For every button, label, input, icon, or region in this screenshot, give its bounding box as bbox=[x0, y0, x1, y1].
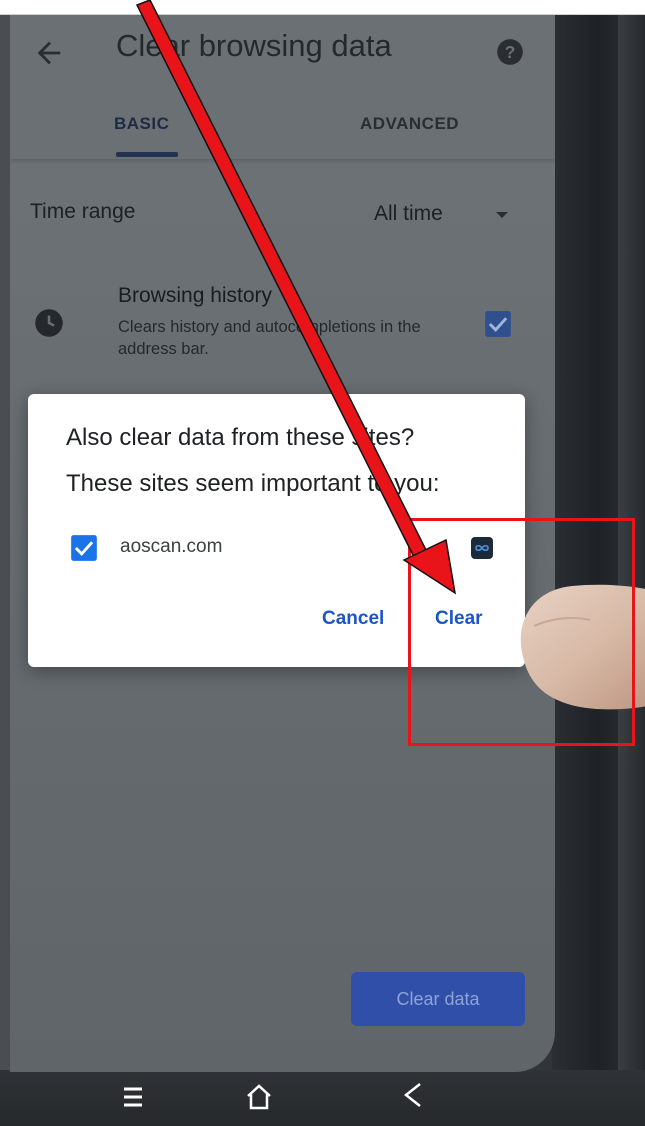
browsing-history-title: Browsing history bbox=[118, 284, 273, 307]
app-header: Clear browsing data ? BASIC ADVANCED bbox=[10, 14, 555, 159]
home-icon[interactable] bbox=[244, 1082, 274, 1112]
cancel-button[interactable]: Cancel bbox=[322, 608, 384, 630]
clock-icon bbox=[35, 309, 63, 337]
time-range-label: Time range bbox=[30, 200, 136, 223]
clear-data-button[interactable]: Clear data bbox=[351, 972, 525, 1026]
page-title: Clear browsing data bbox=[116, 28, 392, 63]
help-icon[interactable]: ? bbox=[496, 38, 524, 66]
top-strip bbox=[0, 0, 645, 15]
dropdown-arrow-icon[interactable] bbox=[494, 210, 510, 220]
browsing-history-checkbox[interactable] bbox=[484, 310, 512, 338]
time-range-select[interactable]: All time bbox=[374, 202, 443, 226]
recent-apps-icon[interactable] bbox=[120, 1084, 146, 1110]
dialog-title: Also clear data from these sites? bbox=[66, 424, 415, 451]
back-arrow-icon[interactable] bbox=[32, 36, 66, 70]
bottom-bezel bbox=[0, 1070, 645, 1126]
nav-back-icon[interactable] bbox=[400, 1080, 424, 1110]
tab-basic[interactable]: BASIC bbox=[114, 114, 169, 134]
site-name: aoscan.com bbox=[120, 536, 223, 557]
site-checkbox[interactable] bbox=[70, 534, 98, 562]
tab-indicator bbox=[116, 152, 178, 157]
dialog-subtitle: These sites seem important to you: bbox=[66, 470, 440, 497]
browsing-history-description: Clears history and autocompletions in th… bbox=[118, 318, 421, 358]
highlight-box bbox=[408, 518, 635, 746]
tab-advanced[interactable]: ADVANCED bbox=[360, 114, 459, 134]
svg-text:?: ? bbox=[505, 42, 516, 62]
